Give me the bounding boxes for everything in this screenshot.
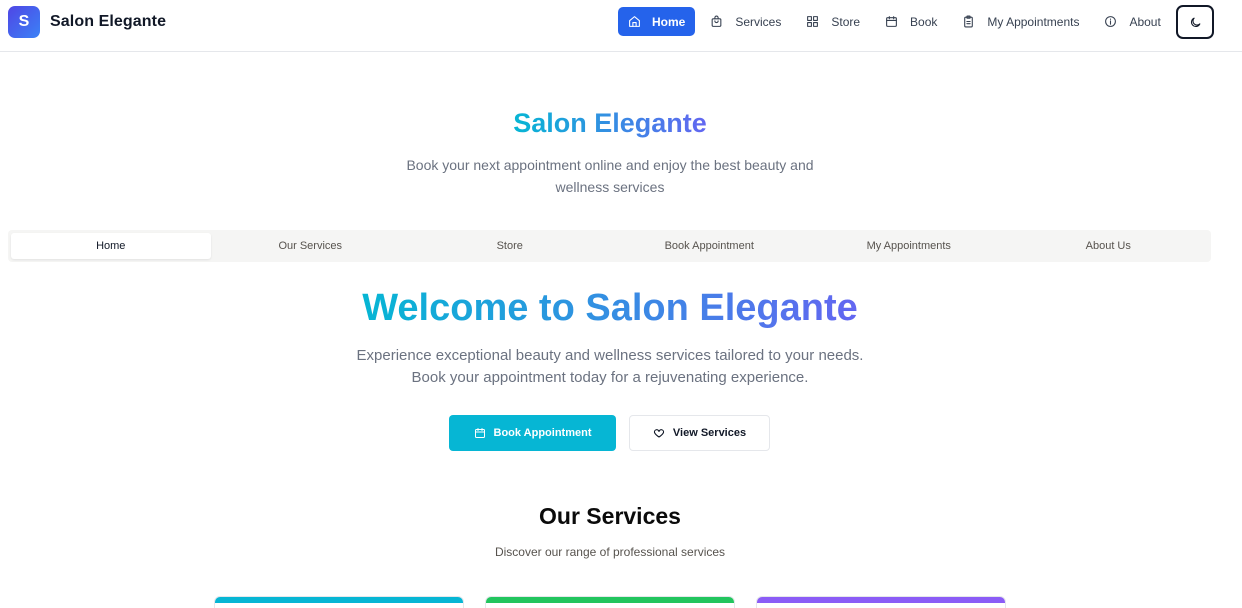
- service-card[interactable]: [214, 596, 464, 608]
- home-icon: [628, 15, 641, 28]
- tab-my-appointments[interactable]: My Appointments: [809, 233, 1009, 259]
- calendar-icon: [885, 15, 898, 28]
- service-card-accent: [215, 597, 463, 603]
- heart-icon: [653, 427, 665, 439]
- welcome-title-text: Welcome to Salon Elegante: [362, 287, 858, 329]
- nav-item-home[interactable]: Home: [618, 7, 696, 36]
- brand-name: Salon Elegante: [50, 13, 167, 30]
- hero-title: Salon Elegante: [0, 108, 1220, 139]
- welcome-subtitle-line: Book your appointment today for a rejuve…: [411, 369, 809, 386]
- services-title: Our Services: [539, 503, 681, 529]
- tab-book-appointment[interactable]: Book Appointment: [610, 233, 810, 259]
- brand-logo: S: [8, 6, 40, 38]
- welcome-subtitle: Experience exceptional beauty and wellne…: [320, 345, 900, 389]
- clipboard-icon: [962, 15, 975, 28]
- calendar-icon: [474, 427, 486, 439]
- tab-store[interactable]: Store: [410, 233, 610, 259]
- nav-item-label: Services: [735, 14, 782, 29]
- book-appointment-label: Book Appointment: [493, 427, 592, 439]
- nav-item-store[interactable]: Store: [798, 7, 870, 36]
- nav-item-label: About: [1129, 14, 1161, 29]
- nav-item-my-appointments[interactable]: My Appointments: [954, 7, 1089, 36]
- brand[interactable]: S Salon Elegante: [8, 6, 166, 38]
- section-tabs: Home Our Services Store Book Appointment…: [8, 230, 1211, 262]
- nav-item-label: Book: [910, 14, 938, 29]
- view-services-label: View Services: [672, 427, 747, 439]
- hero-title-text: Salon Elegante: [513, 108, 707, 138]
- grid-icon: [806, 15, 819, 28]
- theme-toggle-button[interactable]: [1176, 5, 1214, 39]
- info-icon: [1104, 15, 1117, 28]
- nav-item-about[interactable]: About: [1096, 7, 1170, 36]
- tab-home[interactable]: Home: [11, 233, 211, 259]
- welcome-title: Welcome to Salon Elegante: [0, 284, 1220, 332]
- services-subtitle: Discover our range of professional servi…: [494, 545, 726, 559]
- service-card[interactable]: [756, 596, 1006, 608]
- view-services-button[interactable]: View Services: [629, 415, 770, 451]
- nav-item-book[interactable]: Book: [877, 7, 947, 36]
- moon-icon: [1189, 16, 1202, 29]
- welcome-subtitle-line: Experience exceptional beauty and wellne…: [356, 347, 864, 364]
- service-card-accent: [486, 597, 734, 603]
- tab-our-services[interactable]: Our Services: [211, 233, 411, 259]
- service-card[interactable]: [485, 596, 735, 608]
- nav-item-label: Store: [831, 14, 861, 29]
- tab-about-us[interactable]: About Us: [1009, 233, 1209, 259]
- main-nav: Home Services Store Book My Appointments: [618, 7, 1178, 36]
- nav-item-services[interactable]: Services: [702, 7, 791, 36]
- book-appointment-button[interactable]: Book Appointment: [449, 415, 616, 451]
- bag-icon: [710, 15, 723, 28]
- top-navbar: S Salon Elegante Home Services Store Boo…: [0, 0, 1242, 52]
- service-card-accent: [757, 597, 1005, 603]
- nav-item-label: Home: [652, 14, 686, 29]
- nav-item-label: My Appointments: [987, 14, 1080, 29]
- hero-subtitle: Book your next appointment online and en…: [406, 157, 814, 195]
